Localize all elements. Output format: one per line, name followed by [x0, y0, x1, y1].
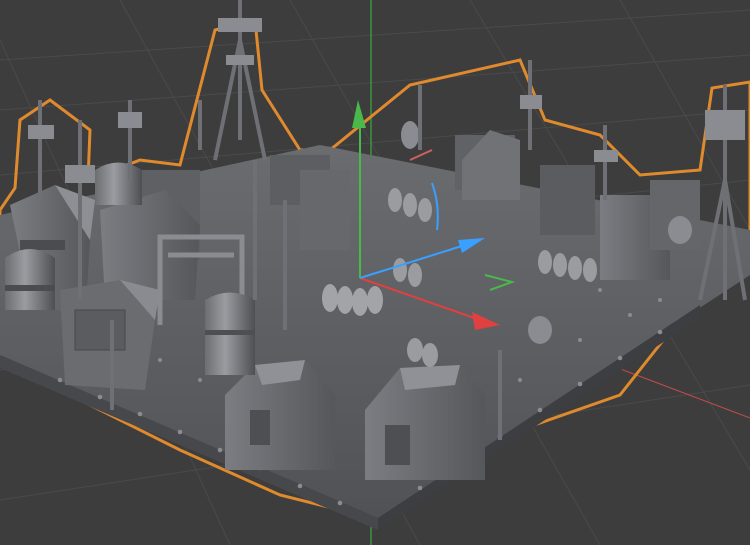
left-tank: [5, 249, 55, 310]
x-axis-line: [609, 364, 750, 419]
front-tank: [205, 292, 255, 375]
gizmo-rotate-ring-x[interactable]: [409, 149, 433, 161]
viewport-canvas[interactable]: [0, 0, 750, 545]
3d-viewport[interactable]: [0, 0, 750, 545]
left-back-tank: [95, 162, 142, 205]
gizmo-y-arrow-icon[interactable]: [352, 100, 366, 128]
